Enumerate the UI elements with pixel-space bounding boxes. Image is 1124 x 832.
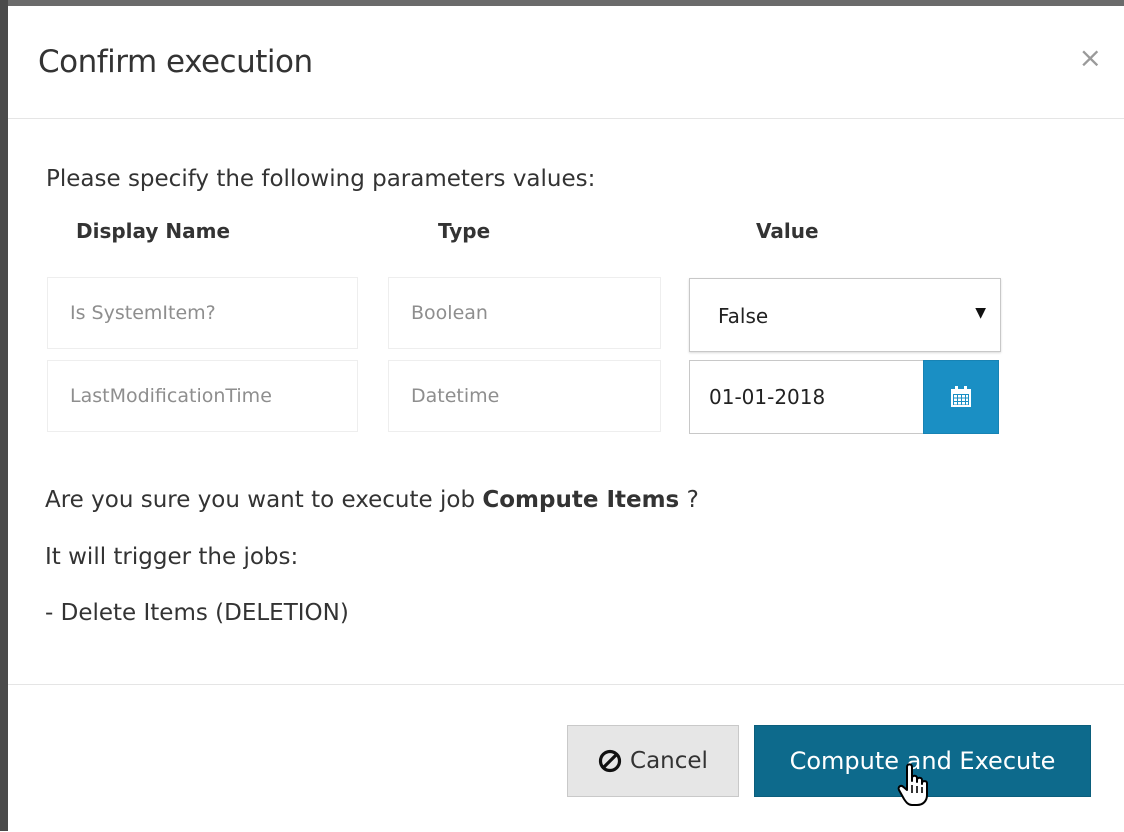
ban-icon xyxy=(598,749,622,773)
dialog-footer: Cancel Compute and Execute xyxy=(8,684,1124,832)
parameter-type-field: Datetime xyxy=(388,360,661,432)
dialog-title: Confirm execution xyxy=(38,44,313,80)
close-icon[interactable]: × xyxy=(1079,44,1102,72)
selected-value: False xyxy=(718,304,769,328)
confirmation-suffix: ? xyxy=(686,487,699,513)
dialog-header: Confirm execution × xyxy=(8,6,1124,119)
boolean-value-select[interactable]: False ▼ xyxy=(689,278,1001,352)
parameter-display-name-field: LastModificationTime xyxy=(47,360,358,432)
background-overlay-left xyxy=(0,0,8,831)
cancel-button-label: Cancel xyxy=(630,748,708,774)
compute-and-execute-button[interactable]: Compute and Execute xyxy=(754,725,1091,797)
parameters-prompt: Please specify the following parameters … xyxy=(46,166,596,192)
trigger-description: It will trigger the jobs: xyxy=(45,544,299,570)
value-column-header: Value xyxy=(756,219,819,243)
confirm-execution-dialog: Confirm execution × Please specify the f… xyxy=(8,6,1124,831)
parameter-display-name-field: Is SystemItem? xyxy=(47,277,358,349)
calendar-icon xyxy=(951,386,971,407)
display-name-column-header: Display Name xyxy=(76,219,231,243)
caret-down-icon: ▼ xyxy=(975,305,986,321)
job-name: Compute Items xyxy=(482,487,680,513)
cancel-button[interactable]: Cancel xyxy=(567,725,739,797)
parameter-type-field: Boolean xyxy=(388,277,661,349)
confirmation-prefix: Are you sure you want to execute job xyxy=(45,487,476,513)
confirmation-question: Are you sure you want to execute job Com… xyxy=(45,487,699,513)
type-column-header: Type xyxy=(438,219,491,243)
date-value-input[interactable] xyxy=(689,360,924,434)
dialog-body: Please specify the following parameters … xyxy=(8,119,1124,684)
calendar-button[interactable] xyxy=(923,360,999,434)
triggered-job-item: - Delete Items (DELETION) xyxy=(45,600,349,626)
